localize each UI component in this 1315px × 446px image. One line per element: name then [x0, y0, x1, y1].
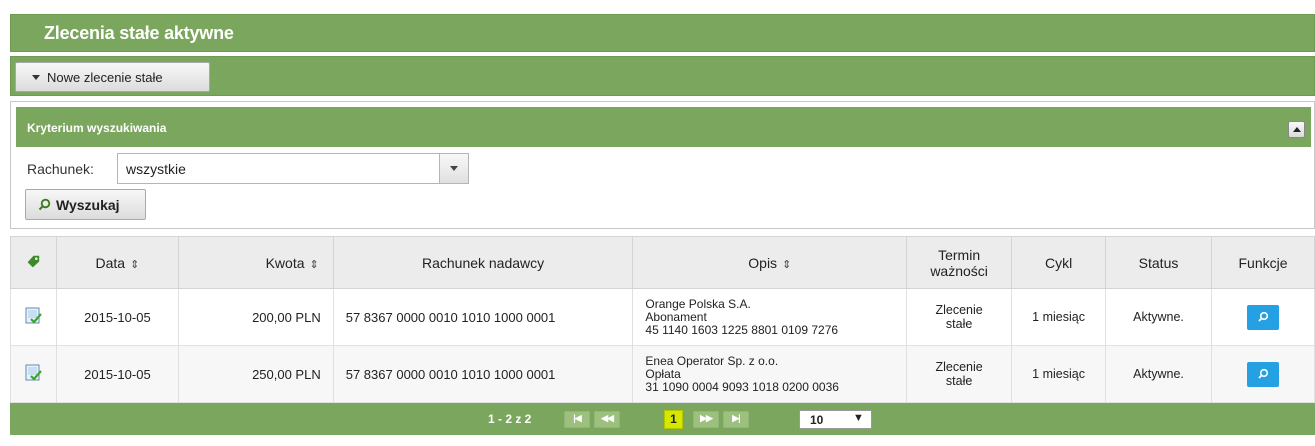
- column-sender-account: Rachunek nadawcy: [332, 236, 634, 289]
- account-select-value: wszystkie: [126, 161, 186, 177]
- pagination-info: 1 - 2 z 2: [488, 412, 532, 426]
- standing-orders-table: Data ⇕ Kwota ⇕ Rachunek nadawcy Opis ⇕ Term…: [10, 236, 1315, 403]
- new-standing-order-button[interactable]: Nowe zlecenie stałe: [15, 62, 210, 92]
- edit-document-icon[interactable]: [25, 307, 42, 325]
- row-sender-account: 57 8367 0000 0010 1010 1000 0001: [332, 288, 634, 346]
- row-status: Aktywne.: [1105, 345, 1212, 403]
- search-button-label: Wyszukaj: [56, 197, 120, 213]
- page-size-value: 10: [810, 413, 824, 427]
- column-validity: Termin ważności: [906, 236, 1013, 289]
- last-page-icon: ▶|: [732, 413, 740, 423]
- account-select[interactable]: wszystkie: [117, 153, 469, 184]
- view-details-button[interactable]: [1247, 361, 1279, 387]
- row-description: Enea Operator Sp. z o.o. Opłata 31 1090 …: [632, 345, 908, 403]
- next-page-button[interactable]: ▶▶: [693, 411, 719, 428]
- view-details-button[interactable]: [1247, 304, 1279, 330]
- column-cycle: Cykl: [1011, 236, 1107, 289]
- caret-down-icon: [450, 166, 458, 171]
- column-validity-label-1: Termin: [938, 246, 981, 263]
- row-icon-cell: [10, 288, 57, 346]
- row-icon-cell: [10, 345, 57, 403]
- dropdown-arrow[interactable]: [439, 154, 468, 183]
- row-status: Aktywne.: [1105, 288, 1212, 346]
- row-cycle: 1 miesiąc: [1011, 345, 1107, 403]
- column-status-label: Status: [1138, 254, 1179, 271]
- row-functions: [1211, 345, 1315, 403]
- row-description-line-3: 45 1140 1603 1225 8801 0109 7276: [645, 322, 839, 337]
- column-sender-account-label: Rachunek nadawcy: [421, 254, 545, 271]
- row-description-line-3: 31 1090 0004 9093 1018 0200 0036: [645, 379, 839, 394]
- previous-page-icon: ◀◀: [601, 413, 614, 423]
- column-cycle-label: Cykl: [1044, 254, 1073, 271]
- search-criteria-panel: Kryterium wyszukiwania Rachunek: wszystk…: [10, 101, 1315, 229]
- tag-icon: [27, 255, 40, 267]
- column-description-label: Opis: [748, 254, 778, 271]
- previous-page-button[interactable]: ◀◀: [594, 411, 620, 428]
- row-cycle: 1 miesiąc: [1011, 288, 1107, 346]
- toolbar: Nowe zlecenie stałe: [10, 56, 1315, 96]
- row-date: 2015-10-05: [55, 288, 179, 346]
- row-validity: Zlecenie stałe: [906, 288, 1013, 346]
- column-functions: Funkcje: [1211, 236, 1315, 289]
- search-icon: [1258, 368, 1269, 379]
- column-amount[interactable]: Kwota ⇕: [177, 236, 334, 289]
- row-validity-line-1: Zlecenie: [935, 303, 983, 317]
- collapse-panel-button[interactable]: [1288, 121, 1305, 138]
- row-validity-line-2: stałe: [945, 374, 973, 388]
- column-date-label: Data: [95, 254, 126, 271]
- first-page-button[interactable]: |◀: [564, 411, 590, 428]
- page-size-select[interactable]: 10 ▼: [799, 410, 872, 429]
- row-description: Orange Polska S.A. Abonament 45 1140 160…: [632, 288, 908, 346]
- sort-icon[interactable]: ⇕: [310, 258, 319, 271]
- current-page[interactable]: 1: [664, 410, 683, 429]
- row-amount: 200,00 PLN: [177, 288, 334, 346]
- column-validity-label-2: ważności: [930, 262, 988, 279]
- sort-icon[interactable]: ⇕: [782, 258, 791, 271]
- row-amount: 250,00 PLN: [177, 345, 334, 403]
- row-description-line-2: Abonament: [645, 309, 707, 324]
- row-description-line-2: Opłata: [645, 366, 681, 381]
- next-page-icon: ▶▶: [700, 413, 713, 423]
- column-functions-label: Funkcje: [1238, 254, 1288, 271]
- search-icon: [38, 198, 51, 211]
- row-validity: Zlecenie stałe: [906, 345, 1013, 403]
- table-row: 2015-10-05 200,00 PLN 57 8367 0000 0010 …: [10, 288, 1315, 346]
- row-description-line-1: Orange Polska S.A.: [645, 296, 751, 311]
- search-icon: [1258, 311, 1269, 322]
- page-title-bar: Zlecenia stałe aktywne: [10, 14, 1315, 52]
- first-page-icon: |◀: [573, 413, 581, 423]
- column-description[interactable]: Opis ⇕: [632, 236, 908, 289]
- caret-down-icon: [32, 75, 40, 80]
- search-criteria-header: Kryterium wyszukiwania: [16, 107, 1311, 147]
- edit-document-icon[interactable]: [25, 364, 42, 382]
- column-date[interactable]: Data ⇕: [55, 236, 179, 289]
- row-functions: [1211, 288, 1315, 346]
- sort-icon[interactable]: ⇕: [130, 258, 139, 271]
- row-validity-line-1: Zlecenie: [935, 360, 983, 374]
- table-row: 2015-10-05 250,00 PLN 57 8367 0000 0010 …: [10, 345, 1315, 403]
- account-label: Rachunek:: [27, 161, 94, 177]
- row-date: 2015-10-05: [55, 345, 179, 403]
- search-button[interactable]: Wyszukaj: [25, 189, 146, 220]
- caret-down-icon: ▼: [853, 412, 864, 424]
- row-sender-account: 57 8367 0000 0010 1010 1000 0001: [332, 345, 634, 403]
- pagination-bar: 1 - 2 z 2 |◀ ◀◀ 1 ▶▶ ▶| 10 ▼: [10, 403, 1315, 435]
- column-status: Status: [1105, 236, 1212, 289]
- row-validity-line-2: stałe: [945, 317, 973, 331]
- table-header-row: Data ⇕ Kwota ⇕ Rachunek nadawcy Opis ⇕ Term…: [10, 236, 1315, 289]
- caret-up-icon: [1293, 127, 1301, 132]
- column-tag: [10, 236, 57, 289]
- search-criteria-title: Kryterium wyszukiwania: [27, 121, 167, 135]
- row-description-line-1: Enea Operator Sp. z o.o.: [645, 353, 779, 368]
- column-amount-label: Kwota: [265, 254, 305, 271]
- page-title: Zlecenia stałe aktywne: [44, 23, 234, 43]
- new-standing-order-label: Nowe zlecenie stałe: [47, 70, 163, 85]
- last-page-button[interactable]: ▶|: [723, 411, 749, 428]
